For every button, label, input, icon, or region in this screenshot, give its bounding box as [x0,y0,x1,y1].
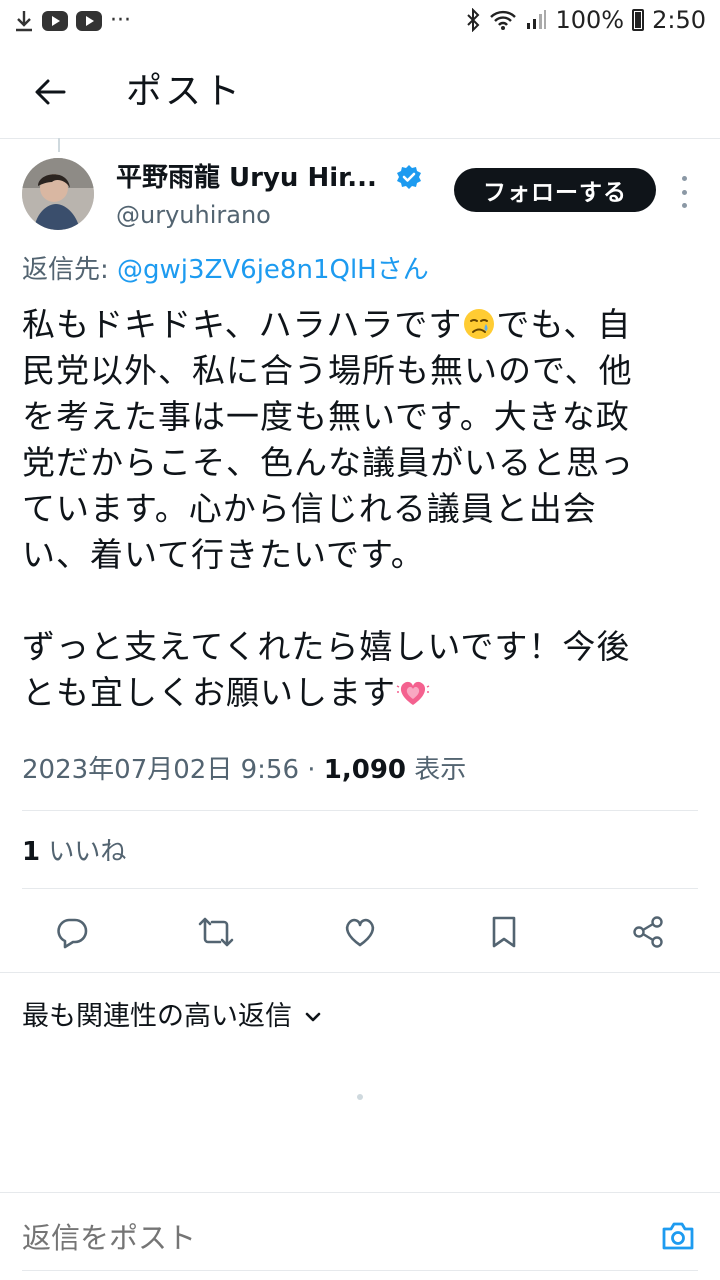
verified-badge-icon [397,165,421,189]
more-notifications-icon: ··· [110,8,131,33]
status-bar: ··· 100% 2:50 [0,0,720,44]
like-icon [345,918,375,947]
back-button[interactable] [28,70,72,114]
bluetooth-icon [467,8,480,32]
reply-mention-link[interactable]: @gwj3ZV6je8n1QlHさん [117,255,429,285]
loading-indicator [357,1094,363,1100]
divider [0,972,720,973]
back-arrow-icon [35,79,66,105]
likes-label: いいね [40,837,127,867]
share-icon [633,916,663,948]
signal-icon [527,10,547,29]
page-title: ポスト [126,71,244,112]
youtube-icon [42,10,68,31]
youtube-icon [76,10,102,31]
like-button[interactable] [338,910,382,954]
post-text: 私もドキドキ、ハラハラです でも、自 民党以外、私に合う場所も無いので、他 を考え… [22,302,698,716]
growing-heart-icon [396,681,430,705]
clock: 2:50 [652,6,706,34]
reply-sort-dropdown[interactable]: 最も関連性の高い返信 [22,998,322,1036]
battery-percent: 100% [555,6,625,34]
post-text-part2: でも、自 民党以外、私に合う場所も無いので、他 を考えた事は一度も無いです。大き… [22,305,634,712]
bookmark-button[interactable] [482,910,526,954]
display-name[interactable]: 平野雨龍 Uryu Hir... [116,160,377,196]
download-icon [16,10,32,31]
divider [0,1192,720,1193]
timestamp[interactable]: 2023年07月02日 9:56 · [22,755,324,785]
reply-button[interactable] [50,910,94,954]
camera-icon [662,1222,694,1250]
more-options-icon[interactable] [672,176,696,208]
divider [22,810,698,811]
header-divider [0,138,720,139]
views-count: 1,090 [323,755,407,785]
thread-line [58,138,60,152]
status-bar-right: 100% 2:50 [465,6,706,34]
reply-icon [57,918,88,949]
repost-button[interactable] [194,910,238,954]
follow-button[interactable]: フォローする [454,168,656,212]
share-button[interactable] [626,910,670,954]
avatar-image [22,158,94,230]
reply-sort-label: 最も関連性の高い返信 [22,1001,292,1032]
reply-to-label: 返信先: [22,255,118,285]
likes-summary[interactable]: 1 いいね [22,834,126,870]
likes-count: 1 [22,837,41,867]
bookmark-icon [492,916,516,948]
status-bar-left: ··· [14,8,131,33]
wifi-icon [490,10,517,30]
repost-icon [198,917,234,947]
reply-to: 返信先: @gwj3ZV6je8n1QlHさん [22,252,429,288]
views-label: 表示 [406,755,467,785]
avatar[interactable] [22,158,94,230]
battery-icon [632,9,645,31]
post-text-part1: 私もドキドキ、ハラハラです [22,305,463,344]
divider [22,888,698,889]
post-meta: 2023年07月02日 9:56 · 1,090 表示 [22,752,466,788]
camera-button[interactable] [656,1214,700,1258]
reply-input[interactable] [22,1218,582,1258]
user-handle[interactable]: @uryuhirano [116,198,271,232]
chevron-down-icon [305,1012,321,1022]
crying-face-icon [464,309,495,339]
composer-underline [22,1270,698,1271]
